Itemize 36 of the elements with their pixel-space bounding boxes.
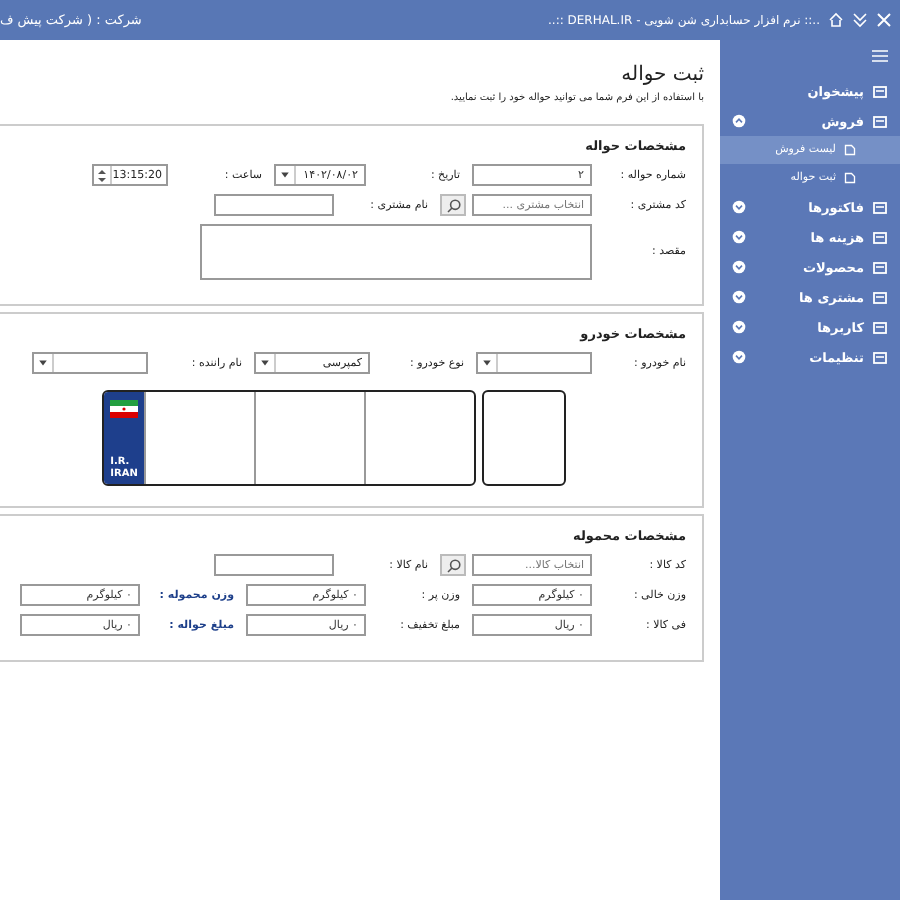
dropdown[interactable] <box>476 352 592 374</box>
menu-item-icon <box>872 113 888 129</box>
text-area[interactable] <box>200 224 592 280</box>
menu-icon[interactable] <box>872 48 888 64</box>
page-icon <box>844 172 856 184</box>
input-field[interactable] <box>214 194 334 216</box>
page-title: ثبت حواله <box>619 64 704 86</box>
input-field[interactable] <box>214 554 334 576</box>
spinner-icon[interactable] <box>93 167 110 183</box>
menu-item-icon <box>872 259 888 275</box>
chevrons-icon[interactable] <box>852 12 868 28</box>
toggle-icon[interactable] <box>732 290 746 304</box>
menu-item-icon <box>872 289 888 305</box>
caret-icon <box>38 358 48 368</box>
license-plate-region <box>482 390 566 486</box>
menu-item-icon <box>872 83 888 99</box>
dropdown[interactable] <box>32 352 148 374</box>
search-button[interactable] <box>440 554 466 576</box>
menu-item-icon <box>872 229 888 245</box>
toggle-icon[interactable] <box>732 230 746 244</box>
flag-icon <box>110 400 138 418</box>
caret-icon <box>260 358 270 368</box>
toggle-icon[interactable] <box>732 260 746 274</box>
page-icon <box>844 144 856 156</box>
toggle-icon[interactable] <box>732 114 746 128</box>
toggle-icon[interactable] <box>732 200 746 214</box>
caret-icon <box>280 170 290 180</box>
menu-item-icon <box>872 349 888 365</box>
close-icon[interactable] <box>876 12 892 28</box>
menu-item-icon <box>872 319 888 335</box>
search-button[interactable] <box>440 194 466 216</box>
caret-icon <box>482 358 492 368</box>
toggle-icon[interactable] <box>732 320 746 334</box>
home-icon[interactable] <box>828 12 844 28</box>
menu-item-icon <box>872 199 888 215</box>
toggle-icon[interactable] <box>732 350 746 364</box>
